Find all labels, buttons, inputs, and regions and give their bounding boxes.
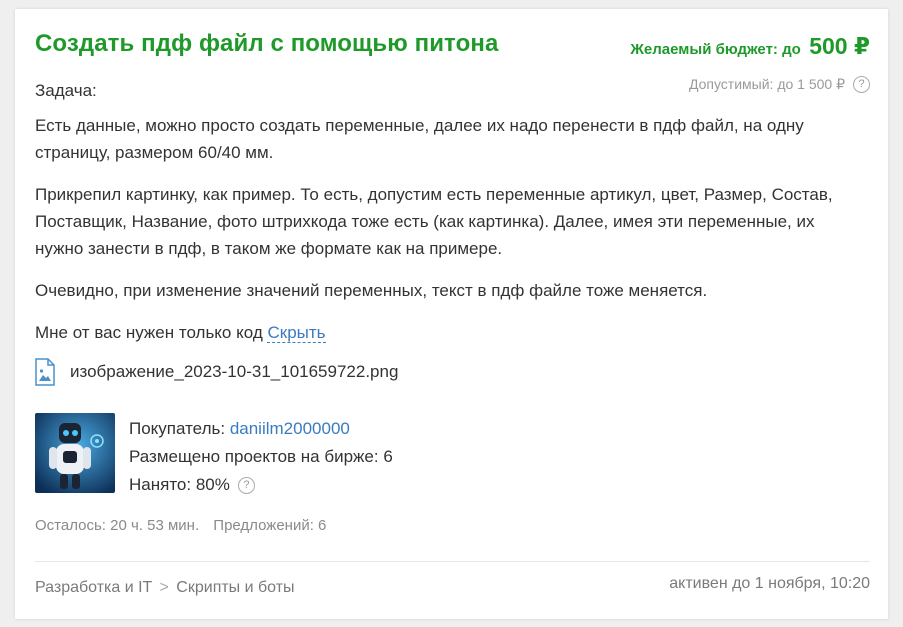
description-last-line: Мне от вас нужен только код Скрыть bbox=[35, 319, 855, 346]
budget-label: Желаемый бюджет: до bbox=[630, 41, 801, 58]
hide-description-link[interactable]: Скрыть bbox=[267, 323, 326, 343]
task-label: Задача: bbox=[35, 81, 97, 100]
attachment-filename[interactable]: изображение_2023-10-31_101659722.png bbox=[70, 362, 398, 382]
buyer-line: Покупатель: daniilm2000000 bbox=[129, 415, 393, 443]
breadcrumb-item-scripts[interactable]: Скрипты и боты bbox=[176, 579, 294, 596]
hired-value: 80% bbox=[195, 475, 230, 494]
active-until: активен до 1 ноября, 10:20 bbox=[669, 575, 870, 592]
divider bbox=[35, 561, 870, 562]
description-paragraph: Прикрепил картинку, как пример. То есть,… bbox=[35, 185, 833, 258]
projects-line: Размещено проектов на бирже: 6 bbox=[129, 443, 393, 471]
hired-label: Нанято: bbox=[129, 475, 192, 494]
description-paragraph: Есть данные, можно просто создать переме… bbox=[35, 116, 804, 162]
project-card: Создать пдф файл с помощью питона Желаем… bbox=[15, 9, 888, 619]
projects-label: Размещено проектов на бирже: bbox=[129, 447, 379, 466]
question-circle-icon[interactable]: ? bbox=[237, 476, 255, 494]
desired-budget: Желаемый бюджет: до 500 ₽ bbox=[630, 33, 870, 60]
buyer-label: Покупатель: bbox=[129, 419, 226, 438]
offers-count: Предложений: 6 bbox=[213, 517, 327, 534]
hired-line: Нанято: 80% ? bbox=[129, 471, 393, 499]
project-description: Задача: Есть данные, можно просто создат… bbox=[35, 77, 855, 361]
attachment[interactable]: изображение_2023-10-31_101659722.png bbox=[35, 358, 398, 386]
avatar[interactable] bbox=[35, 413, 115, 493]
project-title[interactable]: Создать пдф файл с помощью питона bbox=[35, 30, 498, 58]
breadcrumb: Разработка и IT > Скрипты и боты bbox=[35, 579, 295, 597]
chevron-right-icon: > bbox=[159, 579, 169, 596]
image-file-icon bbox=[35, 358, 55, 386]
question-circle-icon[interactable]: ? bbox=[853, 76, 870, 93]
project-meta: Осталось: 20 ч. 53 мин. Предложений: 6 bbox=[35, 517, 326, 534]
projects-count: 6 bbox=[383, 447, 393, 466]
buyer-username-link[interactable]: daniilm2000000 bbox=[230, 419, 350, 438]
budget-amount: 500 ₽ bbox=[809, 33, 870, 59]
time-remaining: Осталось: 20 ч. 53 мин. bbox=[35, 517, 200, 534]
breadcrumb-item-development[interactable]: Разработка и IT bbox=[35, 579, 152, 596]
description-paragraph: Очевидно, при изменение значений перемен… bbox=[35, 281, 708, 300]
description-last-text: Мне от вас нужен только код bbox=[35, 323, 263, 342]
buyer-info: Покупатель: daniilm2000000 Размещено про… bbox=[129, 415, 393, 499]
